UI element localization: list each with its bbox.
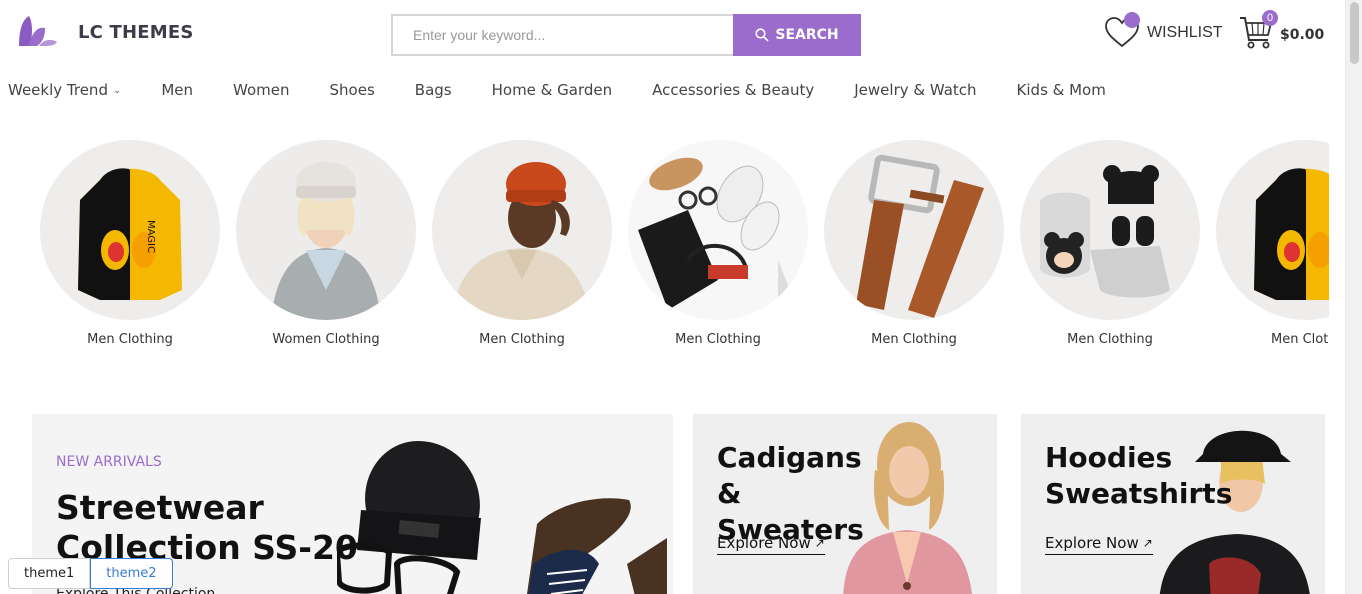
category-image — [824, 140, 1004, 320]
category-label: Men Clothing — [1067, 332, 1153, 347]
trend-arrow-icon: ↗ — [1142, 536, 1153, 550]
category-label: Men Clothing — [479, 332, 565, 347]
category-item[interactable]: Men Clothing — [824, 140, 1004, 347]
nav-item-home-garden[interactable]: Home & Garden — [492, 81, 613, 99]
wishlist-link[interactable]: WISHLIST — [1104, 12, 1223, 50]
nav-item-bags[interactable]: Bags — [415, 81, 452, 99]
nav-item-kids-mom[interactable]: Kids & Mom — [1017, 81, 1106, 99]
banner-title: Streetwear Collection SS-20 — [56, 488, 358, 567]
category-label: Men Clothing — [675, 332, 761, 347]
search-button-label: SEARCH — [775, 27, 839, 43]
nav-item-jewelry-watch[interactable]: Jewelry & Watch — [854, 81, 976, 99]
category-image — [1020, 140, 1200, 320]
nav-item-accessories-beauty[interactable]: Accessories & Beauty — [652, 81, 814, 99]
category-item[interactable]: Women Clothing — [236, 140, 416, 347]
category-image — [628, 140, 808, 320]
brand-logo[interactable]: LC THEMES — [15, 12, 194, 48]
nav-item-weekly-trend[interactable]: Weekly Trend ⌄ — [8, 81, 121, 99]
banner-title: Hoodies Sweatshirts — [1045, 441, 1233, 510]
banner-cardigans[interactable]: Cadigans & Sweaters Explore Now ↗ — [693, 414, 997, 594]
cart-total: $0.00 — [1280, 27, 1325, 43]
chevron-down-icon: ⌄ — [112, 84, 122, 96]
category-image: MAGIC — [40, 140, 220, 320]
category-carousel: MAGIC Men Clothing Women Clothing Men Cl… — [40, 140, 1329, 355]
search-bar: SEARCH — [391, 14, 861, 56]
wishlist-label: WISHLIST — [1147, 24, 1223, 41]
search-input[interactable] — [391, 14, 733, 56]
search-button[interactable]: SEARCH — [733, 14, 861, 56]
cart-link[interactable]: 0 $0.00 — [1238, 10, 1325, 52]
category-item[interactable]: Men Clothing — [628, 140, 808, 347]
category-item[interactable]: Men Clothing — [1216, 140, 1329, 347]
nav-item-women[interactable]: Women — [233, 81, 289, 99]
category-item[interactable]: Men Clothing — [1020, 140, 1200, 347]
cart-count-badge: 0 — [1262, 10, 1278, 26]
theme1-button[interactable]: theme1 — [8, 558, 91, 589]
explore-now-link[interactable]: Explore Now ↗ — [1045, 534, 1153, 555]
banner-product-image — [337, 440, 667, 594]
main-nav: Weekly Trend ⌄ Men Women Shoes Bags Home… — [8, 78, 1146, 102]
theme2-button[interactable]: theme2 — [90, 558, 173, 589]
category-image — [236, 140, 416, 320]
category-image — [432, 140, 612, 320]
category-label: Women Clothing — [272, 332, 380, 347]
nav-item-men[interactable]: Men — [161, 81, 193, 99]
banner-hoodies[interactable]: Hoodies Sweatshirts Explore Now ↗ — [1021, 414, 1325, 594]
category-label: Men Clothing — [87, 332, 173, 347]
banner-tag: NEW ARRIVALS — [56, 454, 162, 470]
category-label: Men Clothing — [1271, 332, 1329, 347]
svg-text:MAGIC: MAGIC — [145, 220, 156, 253]
category-image — [1216, 140, 1329, 320]
category-item[interactable]: MAGIC Men Clothing — [40, 140, 220, 347]
scrollbar-thumb[interactable] — [1350, 2, 1359, 64]
nav-item-shoes[interactable]: Shoes — [330, 81, 375, 99]
page-scrollbar[interactable] — [1345, 0, 1362, 594]
trend-arrow-icon: ↗ — [814, 536, 825, 550]
search-icon — [755, 28, 769, 42]
wishlist-badge — [1124, 12, 1140, 28]
explore-now-link[interactable]: Explore Now ↗ — [717, 534, 825, 555]
theme-switcher: theme1 theme2 — [8, 558, 173, 589]
category-label: Men Clothing — [871, 332, 957, 347]
banner-title: Cadigans & Sweaters — [717, 441, 864, 546]
logo-mark-icon — [19, 16, 57, 46]
category-item[interactable]: Men Clothing — [432, 140, 612, 347]
brand-name: LC THEMES — [78, 22, 194, 43]
